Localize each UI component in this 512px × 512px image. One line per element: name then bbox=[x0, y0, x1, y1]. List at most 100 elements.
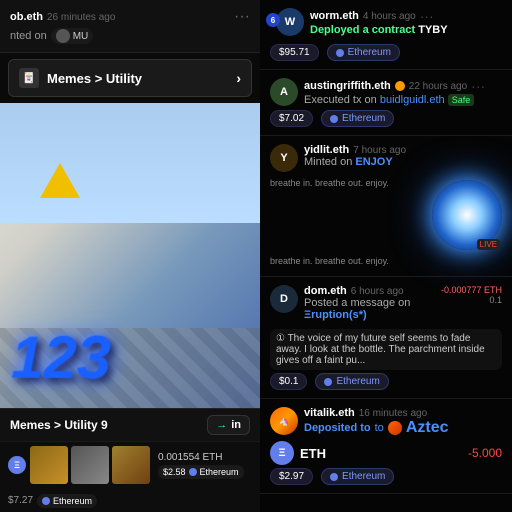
card-header-austin: A austingriffith.eth 22 hours ago ··· Ex… bbox=[270, 78, 502, 106]
to-text: to bbox=[375, 422, 384, 434]
vitalik-time: 16 minutes ago bbox=[359, 408, 427, 419]
avatar-yidlit: Y bbox=[270, 144, 298, 172]
orb-container: LIVE bbox=[432, 176, 502, 254]
dom-chain-tag: Ethereum bbox=[315, 373, 388, 390]
card-header-dom: D dom.eth 6 hours ago Posted a message o… bbox=[270, 285, 502, 325]
feed-top-item: ob.eth 26 minutes ago ··· nted on MU bbox=[0, 0, 260, 53]
mu-badge: MU bbox=[51, 28, 94, 44]
card-header-yidlit: Y yidlit.eth 7 hours ago Minted on ENJOY bbox=[270, 144, 502, 172]
thumb-item-3[interactable] bbox=[112, 446, 150, 484]
vitalik-chain: Ethereum bbox=[342, 471, 385, 482]
arrow-right-icon: → bbox=[216, 419, 227, 431]
more-dots[interactable]: ··· bbox=[234, 8, 250, 26]
memes-label: Memes > Utility bbox=[47, 71, 142, 86]
dom-eth-line2: 0.1 bbox=[441, 295, 502, 305]
dom-username[interactable]: dom.eth bbox=[304, 285, 347, 297]
bottom-price-label: $7.27 bbox=[8, 495, 33, 506]
austin-price: $7.02 bbox=[279, 113, 304, 124]
avatar-vitalik: 🦄 bbox=[270, 407, 298, 435]
memes-utility-banner[interactable]: 🃏 Memes > Utility › bbox=[8, 59, 252, 97]
avatar-austin: A bbox=[270, 78, 298, 106]
arrow-in-button[interactable]: → in bbox=[207, 415, 250, 435]
worm-price: $95.71 bbox=[279, 47, 310, 58]
dom-message: ① The voice of my future self seems to f… bbox=[270, 329, 502, 370]
vitalik-username[interactable]: vitalik.eth bbox=[304, 407, 355, 419]
austin-dots[interactable]: ··· bbox=[471, 78, 485, 94]
eth-price-block: 0.001554 ETH $2.58 Ethereum bbox=[158, 452, 244, 479]
avatar-worm: W bbox=[276, 8, 304, 36]
aztec-icon bbox=[388, 421, 402, 435]
worm-chain: Ethereum bbox=[348, 47, 391, 58]
eth-dot-2 bbox=[42, 497, 50, 505]
feed-card-dom: D dom.eth 6 hours ago Posted a message o… bbox=[260, 277, 512, 399]
worm-price-row: $95.71 Ethereum bbox=[270, 44, 502, 61]
star-icon bbox=[395, 81, 405, 91]
vitalik-eth-row: Ξ ETH -5.000 bbox=[270, 441, 502, 465]
top-username[interactable]: ob.eth bbox=[10, 11, 43, 23]
vitalik-title-row: vitalik.eth 16 minutes ago bbox=[304, 407, 502, 419]
austin-chain: Ethereum bbox=[342, 113, 385, 124]
feed-card-yidlit: Y yidlit.eth 7 hours ago Minted on ENJOY… bbox=[260, 136, 512, 277]
top-time: 26 minutes ago bbox=[47, 12, 115, 23]
worm-username[interactable]: worm.eth bbox=[310, 10, 359, 22]
yidlit-username[interactable]: yidlit.eth bbox=[304, 144, 349, 156]
feed-card-austin: A austingriffith.eth 22 hours ago ··· Ex… bbox=[260, 70, 512, 136]
austin-price-row: $7.02 Ethereum bbox=[270, 110, 502, 127]
avatar-worm-container: 6 W bbox=[270, 8, 304, 36]
eth-dot-vitalik bbox=[330, 473, 338, 481]
card-title-row: worm.eth 4 hours ago ··· bbox=[310, 8, 502, 24]
dom-price-tag: $0.1 bbox=[270, 373, 307, 390]
left-panel: ob.eth 26 minutes ago ··· nted on MU 🃏 M… bbox=[0, 0, 260, 512]
ethereum-label: Ethereum bbox=[200, 467, 239, 477]
thumb-item-1[interactable] bbox=[30, 446, 68, 484]
breathe-text-2: breathe in. breathe out. enjoy. bbox=[270, 254, 502, 268]
eth-dot-austin bbox=[330, 115, 338, 123]
in-label: in bbox=[231, 419, 241, 431]
yidlit-text-area: breathe in. breathe out. enjoy. bbox=[270, 176, 426, 254]
worm-price-tag: $95.71 bbox=[270, 44, 319, 61]
memes-utility-9-label: Memes > Utility 9 bbox=[10, 418, 108, 432]
yidlit-title-row: yidlit.eth 7 hours ago bbox=[304, 144, 502, 156]
memes-icon: 🃏 bbox=[19, 68, 39, 88]
bottom-eth-badge: Ethereum bbox=[37, 494, 97, 508]
mu-icon bbox=[56, 29, 70, 43]
vitalik-price-row: $2.97 Ethereum bbox=[270, 468, 502, 485]
live-badge: LIVE bbox=[477, 239, 500, 250]
yidlit-time: 7 hours ago bbox=[353, 145, 406, 156]
eth-dot-icon bbox=[189, 468, 197, 476]
worm-time: 4 hours ago bbox=[363, 11, 416, 22]
austin-price-tag: $7.02 bbox=[270, 110, 313, 127]
card-meta-austin: austingriffith.eth 22 hours ago ··· Exec… bbox=[304, 78, 502, 106]
thumb-item-2[interactable] bbox=[71, 446, 109, 484]
worm-action: Deployed a contract TYBY bbox=[310, 24, 502, 36]
worm-dots[interactable]: ··· bbox=[420, 8, 434, 24]
minted-label: nted on bbox=[10, 30, 47, 42]
austin-time: 22 hours ago bbox=[409, 81, 467, 92]
right-panel: 6 W worm.eth 4 hours ago ··· Deployed a … bbox=[260, 0, 512, 512]
card-meta-dom: dom.eth 6 hours ago Posted a message on … bbox=[304, 285, 435, 325]
eth-dot-dom bbox=[324, 378, 332, 386]
yidlit-action: Minted on ENJOY bbox=[304, 156, 502, 168]
nft-3d-text: 123 bbox=[11, 327, 111, 388]
dom-eth-amount: -0.000777 ETH 0.1 bbox=[441, 285, 502, 305]
yidlit-content: breathe in. breathe out. enjoy. LIVE bbox=[270, 176, 502, 254]
vitalik-action-row: Deposited to to Aztec bbox=[304, 419, 502, 437]
card-meta-yidlit: yidlit.eth 7 hours ago Minted on ENJOY bbox=[304, 144, 502, 172]
austin-action: Executed tx on buidlguidl.eth Safe bbox=[304, 94, 502, 106]
dom-price-row: $0.1 Ethereum bbox=[270, 373, 502, 390]
austin-chain-tag: Ethereum bbox=[321, 110, 394, 127]
deposited-text: Deposited to bbox=[304, 422, 371, 434]
eth-usd-badge: $2.58 Ethereum bbox=[158, 465, 244, 479]
eth-price-text: 0.001554 ETH bbox=[158, 452, 244, 463]
badge-num: 6 bbox=[266, 13, 280, 27]
feed-card-worm: 6 W worm.eth 4 hours ago ··· Deployed a … bbox=[260, 0, 512, 70]
dom-time: 6 hours ago bbox=[351, 286, 404, 297]
eth-dot-worm bbox=[336, 49, 344, 57]
bottom-price-row: $7.27 Ethereum bbox=[0, 488, 260, 512]
austin-username[interactable]: austingriffith.eth bbox=[304, 80, 391, 92]
dom-chain: Ethereum bbox=[336, 376, 379, 387]
austin-title-row: austingriffith.eth 22 hours ago ··· bbox=[304, 78, 502, 94]
ethereum-label-2: Ethereum bbox=[53, 496, 92, 506]
memes-utility-bar: Memes > Utility 9 → in bbox=[0, 408, 260, 441]
card-meta-vitalik: vitalik.eth 16 minutes ago Deposited to … bbox=[304, 407, 502, 437]
